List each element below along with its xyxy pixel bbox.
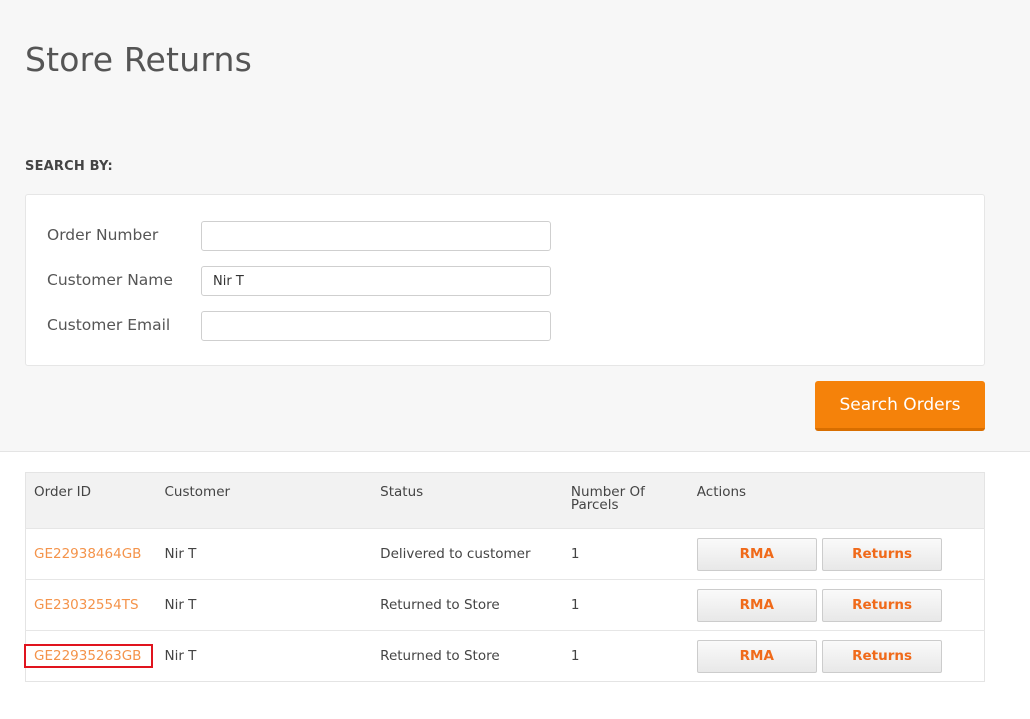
status-cell: Returned to Store <box>380 648 500 664</box>
parcels-cell: 1 <box>570 546 580 562</box>
parcels-cell: 1 <box>570 648 580 664</box>
rma-button[interactable]: RMA <box>696 588 817 622</box>
header-status: Status <box>380 484 424 500</box>
table-row: GE23032554TS Nir T Returned to Store 1 R… <box>25 579 985 631</box>
search-orders-button[interactable]: Search Orders <box>815 381 985 431</box>
returns-button[interactable]: Returns <box>822 588 943 622</box>
header-number-of-parcels: Number Of Parcels <box>571 473 697 529</box>
status-cell: Returned to Store <box>380 597 500 613</box>
rma-button[interactable]: RMA <box>696 537 817 571</box>
page-title: Store Returns <box>25 40 253 79</box>
parcels-cell: 1 <box>570 597 580 613</box>
header-customer: Customer <box>164 484 231 500</box>
search-panel: Order Number Customer Name Customer Emai… <box>25 194 985 366</box>
search-by-heading: SEARCH BY: <box>25 159 113 174</box>
order-number-input[interactable] <box>201 221 551 251</box>
order-id-link-highlighted[interactable]: GE22935263GB <box>23 644 154 668</box>
order-number-label: Order Number <box>47 226 159 244</box>
returns-button[interactable]: Returns <box>822 537 943 571</box>
table-row: GE22935263GB Nir T Returned to Store 1 R… <box>23 630 985 682</box>
customer-cell: Nir T <box>164 597 197 613</box>
customer-cell: Nir T <box>164 546 197 562</box>
status-cell: Delivered to customer <box>380 546 531 562</box>
customer-name-label: Customer Name <box>47 271 173 289</box>
rma-button[interactable]: RMA <box>696 639 817 673</box>
customer-cell: Nir T <box>164 648 197 664</box>
header-actions: Actions <box>696 484 747 500</box>
customer-email-input[interactable] <box>201 311 551 341</box>
header-parcels-line2: Parcels <box>570 497 619 513</box>
customer-email-label: Customer Email <box>47 316 171 334</box>
order-id-link[interactable]: GE22938464GB <box>34 544 141 564</box>
returns-button[interactable]: Returns <box>822 639 943 673</box>
table-row: GE22938464GB Nir T Delivered to customer… <box>25 528 985 580</box>
header-order-id: Order ID <box>34 484 92 500</box>
customer-name-input[interactable] <box>201 266 551 296</box>
order-id-link[interactable]: GE23032554TS <box>34 595 139 615</box>
orders-table: Order ID Customer Status Number Of Parce… <box>23 472 985 682</box>
search-section: Store Returns SEARCH BY: Order Number Cu… <box>0 0 1030 452</box>
table-header-row: Order ID Customer Status Number Of Parce… <box>25 472 985 529</box>
